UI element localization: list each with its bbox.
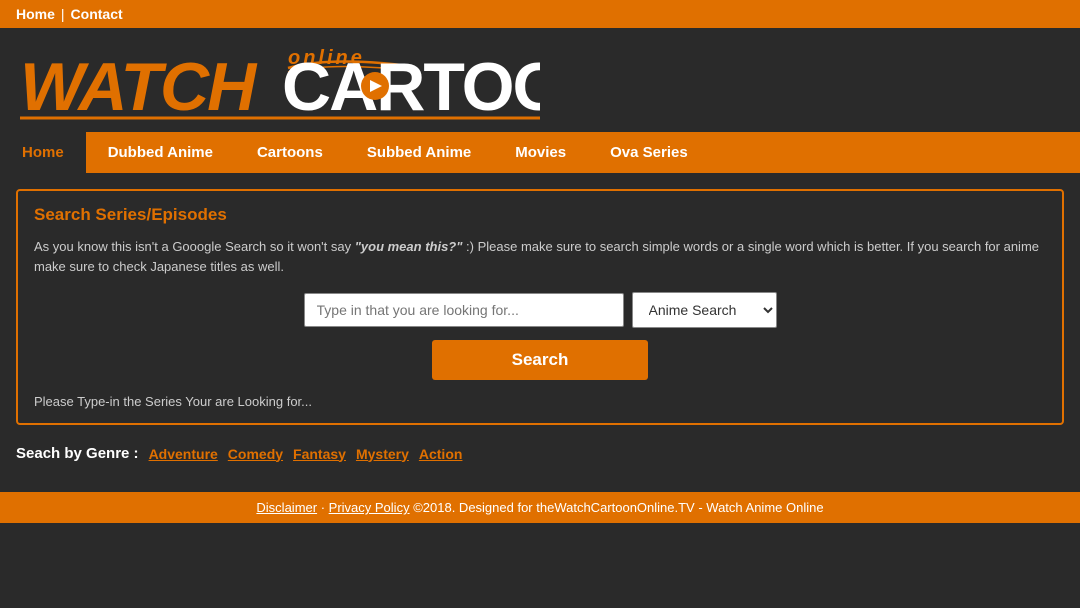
genre-action[interactable]: Action bbox=[419, 446, 463, 462]
content-area: Search Series/Episodes As you know this … bbox=[0, 173, 1080, 488]
search-inputs-row: Anime Search Cartoon Search Movie Search bbox=[34, 292, 1046, 328]
search-type-select[interactable]: Anime Search Cartoon Search Movie Search bbox=[632, 292, 777, 328]
top-bar: Home | Contact bbox=[0, 0, 1080, 28]
search-title: Search Series/Episodes bbox=[34, 205, 1046, 225]
nav-ova-series[interactable]: Ova Series bbox=[588, 132, 710, 173]
separator: | bbox=[61, 6, 65, 22]
search-section: Search Series/Episodes As you know this … bbox=[16, 189, 1064, 425]
nav-cartoons[interactable]: Cartoons bbox=[235, 132, 345, 173]
svg-text:CARTOON: CARTOON bbox=[282, 49, 540, 122]
search-note: As you know this isn't a Gooogle Search … bbox=[34, 237, 1046, 276]
genre-fantasy[interactable]: Fantasy bbox=[293, 446, 346, 462]
search-input[interactable] bbox=[304, 293, 624, 327]
footer-sep1: · bbox=[321, 500, 329, 515]
genre-mystery[interactable]: Mystery bbox=[356, 446, 409, 462]
site-logo: WATCH online CARTOON bbox=[20, 42, 540, 122]
nav-movies[interactable]: Movies bbox=[493, 132, 588, 173]
logo-area: WATCH online CARTOON bbox=[0, 28, 1080, 132]
search-button[interactable]: Search bbox=[432, 340, 649, 380]
genre-bar: Seach by Genre : Adventure Comedy Fantas… bbox=[16, 439, 1064, 472]
home-link[interactable]: Home bbox=[16, 6, 55, 22]
footer-privacy[interactable]: Privacy Policy bbox=[329, 500, 410, 515]
genre-label: Seach by Genre : bbox=[16, 445, 139, 462]
search-button-wrap: Search bbox=[34, 340, 1046, 380]
footer-copyright: ©2018. Designed for theWatchCartoonOnlin… bbox=[413, 500, 823, 515]
genre-comedy[interactable]: Comedy bbox=[228, 446, 283, 462]
nav-subbed-anime[interactable]: Subbed Anime bbox=[345, 132, 493, 173]
contact-link[interactable]: Contact bbox=[71, 6, 123, 22]
footer-disclaimer[interactable]: Disclaimer bbox=[256, 500, 317, 515]
search-note-italic: "you mean this?" bbox=[355, 239, 463, 254]
main-nav: Home Dubbed Anime Cartoons Subbed Anime … bbox=[0, 132, 1080, 173]
search-note-plain: As you know this isn't a Gooogle Search … bbox=[34, 239, 355, 254]
nav-home[interactable]: Home bbox=[0, 132, 86, 173]
footer: Disclaimer · Privacy Policy ©2018. Desig… bbox=[0, 492, 1080, 523]
genre-adventure[interactable]: Adventure bbox=[149, 446, 218, 462]
search-hint: Please Type-in the Series Your are Looki… bbox=[34, 394, 1046, 409]
svg-text:WATCH: WATCH bbox=[20, 49, 258, 122]
nav-dubbed-anime[interactable]: Dubbed Anime bbox=[86, 132, 235, 173]
